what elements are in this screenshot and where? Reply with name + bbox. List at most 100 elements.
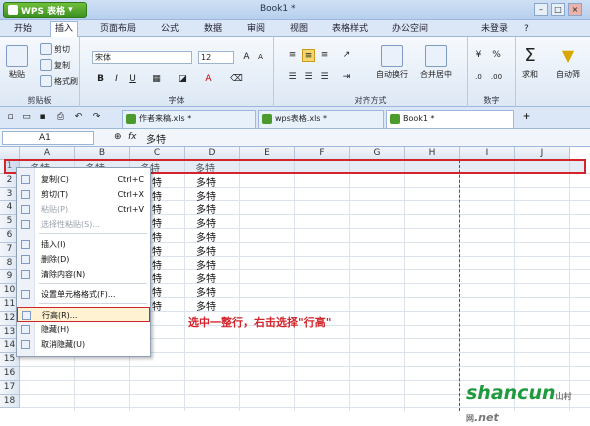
text-direction-icon[interactable]: ↗: [340, 49, 353, 62]
doc-tab-1[interactable]: 作者来稿.xls *: [122, 110, 256, 128]
font-color-icon[interactable]: A: [202, 73, 215, 86]
fx-icon[interactable]: fx: [128, 132, 137, 142]
context-menu-item[interactable]: 粘贴(P) Ctrl+V: [17, 202, 150, 217]
add-tab-icon[interactable]: +: [520, 111, 533, 124]
app-menu-button[interactable]: WPS 表格 ▾: [3, 2, 87, 18]
zoom-icon[interactable]: ⊕: [114, 132, 122, 142]
maximize-icon[interactable]: □: [551, 3, 565, 16]
user-login-status[interactable]: 未登录: [477, 22, 512, 36]
close-icon[interactable]: ×: [568, 3, 582, 16]
align-top-icon[interactable]: ≡: [286, 49, 299, 62]
print-icon[interactable]: ⎙: [54, 111, 67, 124]
doc-tab-3[interactable]: Book1 *: [386, 110, 514, 128]
tab-office-space[interactable]: 办公空间: [388, 22, 432, 36]
name-box[interactable]: A1: [2, 131, 94, 145]
tab-review[interactable]: 审阅: [243, 22, 269, 36]
context-menu-item[interactable]: 删除(D): [17, 252, 150, 267]
format-painter-button[interactable]: 格式刷: [40, 75, 78, 87]
cell-value[interactable]: 特: [152, 284, 162, 299]
cell-value[interactable]: 特: [152, 215, 162, 230]
cell-value[interactable]: 多特: [196, 243, 216, 258]
watermark-brand: shancun: [466, 382, 556, 404]
cell-value[interactable]: 多特: [196, 215, 216, 230]
context-menu-item[interactable]: 剪切(T) Ctrl+X: [17, 187, 150, 202]
cell-value[interactable]: 多特: [196, 201, 216, 216]
align-left-icon[interactable]: ☰: [286, 71, 299, 84]
underline-button[interactable]: U: [126, 73, 139, 86]
minimize-icon[interactable]: –: [534, 3, 548, 16]
cell-value[interactable]: 特: [152, 243, 162, 258]
shrink-font-icon[interactable]: A: [254, 51, 267, 64]
row-header[interactable]: 18: [0, 394, 20, 409]
open-folder-icon[interactable]: ▭: [20, 111, 33, 124]
copy-icon: [40, 59, 52, 71]
font-size-select[interactable]: 12: [198, 51, 234, 64]
align-middle-icon[interactable]: ≡: [302, 49, 315, 62]
cell-value[interactable]: 多特: [196, 174, 216, 189]
decrease-decimal-icon[interactable]: .00: [490, 71, 503, 84]
wrap-text-button[interactable]: 自动换行: [376, 45, 408, 80]
tab-view[interactable]: 视图: [286, 22, 312, 36]
context-menu-item[interactable]: 设置单元格格式(F)...: [17, 287, 150, 302]
merge-center-button[interactable]: 合并居中: [420, 45, 452, 80]
currency-icon[interactable]: ¥: [472, 49, 485, 62]
indent-icon[interactable]: ⇥: [340, 71, 353, 84]
save-icon[interactable]: ▪: [36, 111, 49, 124]
fill-color-icon[interactable]: ◪: [176, 73, 189, 86]
tab-page-layout[interactable]: 页面布局: [96, 22, 140, 36]
row-header[interactable]: 17: [0, 380, 20, 395]
clear-format-icon[interactable]: ⌫: [230, 73, 243, 86]
cell-value[interactable]: 特: [152, 270, 162, 285]
copy-button[interactable]: 复制: [40, 59, 70, 71]
cell-value[interactable]: 多特: [196, 229, 216, 244]
increase-decimal-icon[interactable]: .0: [472, 71, 485, 84]
percent-button[interactable]: %: [490, 49, 503, 62]
sum-button[interactable]: Σ 求和: [522, 45, 538, 80]
cell-value[interactable]: 多特: [196, 298, 216, 313]
align-center-icon[interactable]: ☰: [302, 71, 315, 84]
help-icon[interactable]: ?: [520, 22, 533, 36]
tab-home[interactable]: 开始: [10, 22, 36, 36]
doc-tab-label: 作者来稿.xls *: [139, 114, 192, 123]
cell-value[interactable]: 特: [152, 298, 162, 313]
align-right-icon[interactable]: ☰: [318, 71, 331, 84]
tab-table-style[interactable]: 表格样式: [328, 22, 372, 36]
paste-button[interactable]: 粘贴: [6, 45, 28, 80]
new-file-icon[interactable]: ▫: [4, 111, 17, 124]
cell-value[interactable]: 特: [152, 257, 162, 272]
grow-font-icon[interactable]: A: [240, 51, 253, 64]
align-bottom-icon[interactable]: ≡: [318, 49, 331, 62]
context-menu-item[interactable]: 行高(R)...: [17, 307, 150, 322]
redo-icon[interactable]: ↷: [90, 111, 103, 124]
title-bar: WPS 表格 ▾ Book1 * – □ ×: [0, 0, 590, 20]
row-header[interactable]: 16: [0, 367, 20, 381]
cell-value[interactable]: 多特: [196, 284, 216, 299]
cell-value[interactable]: 多特: [196, 270, 216, 285]
bold-button[interactable]: B: [94, 73, 107, 86]
undo-icon[interactable]: ↶: [72, 111, 85, 124]
cell-value[interactable]: 特: [152, 201, 162, 216]
context-menu-item[interactable]: 插入(I): [17, 237, 150, 252]
tab-insert[interactable]: 插入: [50, 21, 79, 37]
font-name-select[interactable]: 宋体: [92, 51, 192, 64]
doc-tab-2[interactable]: wps表格.xls *: [258, 110, 384, 128]
tab-data[interactable]: 数据: [200, 22, 226, 36]
context-menu-item[interactable]: 选择性粘贴(S)...: [17, 217, 150, 232]
sum-label: 求和: [522, 70, 538, 79]
cell-value[interactable]: 多特: [196, 257, 216, 272]
cell-value[interactable]: 特: [152, 188, 162, 203]
auto-filter-button[interactable]: ▼ 自动筛: [556, 45, 580, 80]
formula-input[interactable]: 多特: [146, 131, 166, 146]
tab-formulas[interactable]: 公式: [157, 22, 183, 36]
cell-value[interactable]: 特: [152, 229, 162, 244]
context-menu-item[interactable]: 清除内容(N): [17, 267, 150, 282]
context-menu-item[interactable]: 取消隐藏(U): [17, 337, 150, 352]
context-menu-item[interactable]: 隐藏(H): [17, 322, 150, 337]
border-icon[interactable]: ▦: [150, 73, 163, 86]
cell-value[interactable]: 多特: [196, 188, 216, 203]
cell-value[interactable]: 特: [152, 174, 162, 189]
context-menu-item[interactable]: 复制(C) Ctrl+C: [17, 172, 150, 187]
italic-button[interactable]: I: [110, 73, 123, 86]
cut-label: 剪切: [54, 44, 70, 54]
cut-button[interactable]: 剪切: [40, 43, 70, 55]
